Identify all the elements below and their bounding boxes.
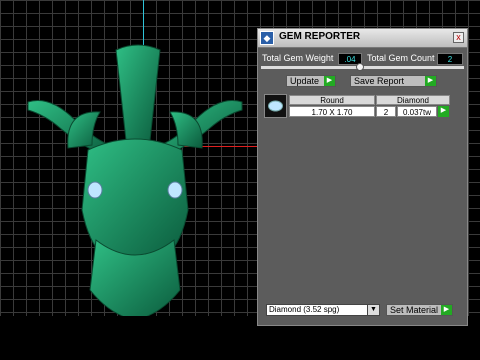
gem-results-table: Round Diamond 1.70 X 1.70 2 0.037tw ▶: [264, 94, 450, 118]
header-diamond: Diamond: [376, 95, 450, 105]
header-round: Round: [289, 95, 375, 105]
save-report-button[interactable]: Save Report ▶: [350, 75, 437, 87]
slider-knob[interactable]: [356, 63, 364, 71]
gem-icon: [268, 100, 283, 112]
green-arrow-icon[interactable]: ▶: [438, 106, 449, 117]
green-arrow-icon: ▶: [425, 76, 436, 86]
green-arrow-icon: ▶: [324, 76, 335, 86]
chevron-down-icon: ▼: [367, 305, 379, 315]
save-report-label: Save Report: [354, 76, 405, 86]
set-material-label: Set Material: [390, 305, 439, 315]
dragon-head-model[interactable]: [20, 40, 250, 320]
cell-size: 1.70 X 1.70: [289, 106, 375, 117]
panel-title: GEM REPORTER: [279, 31, 361, 42]
material-select[interactable]: Diamond (3.52 spg) ▼: [266, 304, 380, 316]
green-arrow-icon: ▶: [441, 305, 452, 315]
cell-weight: 0.037tw: [397, 106, 437, 117]
panel-titlebar[interactable]: ◆ GEM REPORTER x: [258, 29, 467, 48]
total-gem-weight-label: Total Gem Weight: [262, 53, 334, 63]
total-gem-count-label: Total Gem Count: [367, 53, 435, 63]
gem-thumbnail[interactable]: [264, 94, 287, 118]
material-value: Diamond (3.52 spg): [269, 305, 340, 314]
cell-count: 2: [376, 106, 396, 117]
update-label: Update: [290, 76, 320, 86]
report-slider[interactable]: [261, 63, 464, 71]
close-button[interactable]: x: [453, 32, 464, 43]
gem-reporter-app-icon: ◆: [260, 31, 274, 45]
total-gem-count-value: 2: [437, 53, 463, 65]
update-button[interactable]: Update ▶: [286, 75, 336, 87]
gem-reporter-panel: ◆ GEM REPORTER x: [257, 28, 468, 326]
set-material-button[interactable]: Set Material ▶: [386, 304, 453, 316]
